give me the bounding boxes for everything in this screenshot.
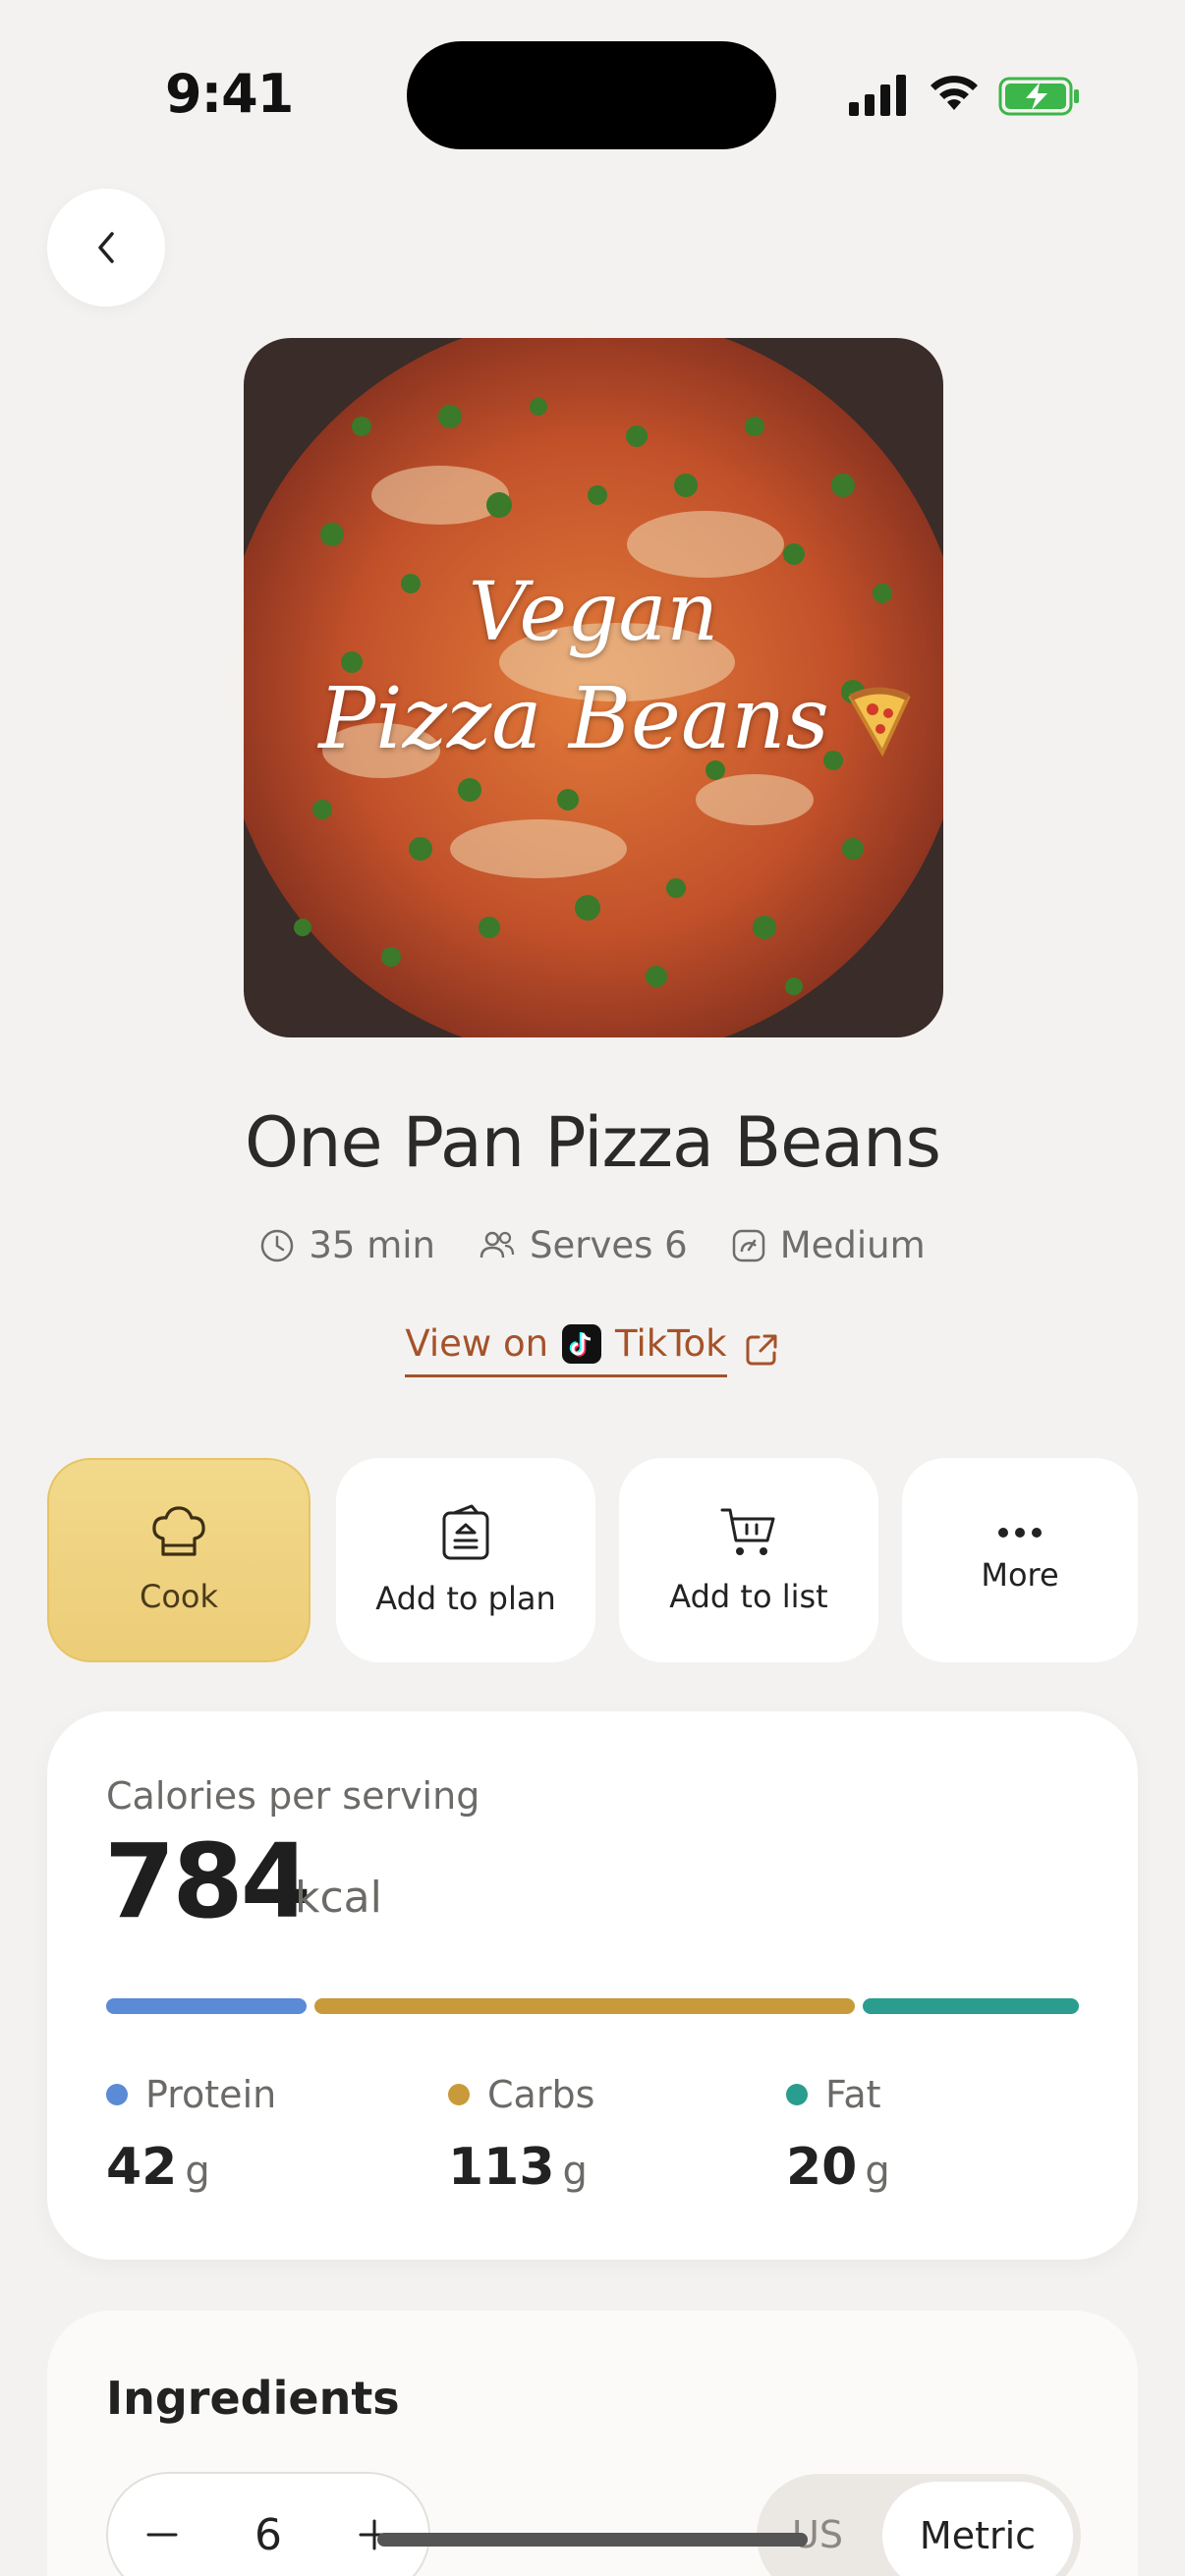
source-name: TikTok — [615, 1322, 727, 1365]
cook-time: 35 min — [259, 1224, 435, 1266]
calories-unit: kcal — [295, 1873, 382, 1923]
chevron-left-icon — [98, 232, 114, 263]
difficulty: Medium — [731, 1224, 926, 1266]
calories-value: 784 — [104, 1821, 311, 1941]
protein-value: 42 — [106, 2138, 178, 2197]
carbs-unit: g — [562, 2149, 588, 2194]
view-on-tiktok-link[interactable]: View on TikTok — [405, 1322, 727, 1377]
image-caption-line-2: Pizza Beans — [318, 670, 829, 768]
nutrition-card: Calories per serving 784 kcal Protein 42… — [47, 1711, 1138, 2260]
home-indicator[interactable] — [377, 2533, 808, 2547]
servings-count: 6 — [254, 2509, 282, 2560]
pizza-slice-icon — [848, 687, 911, 756]
difficulty-label: Medium — [779, 1224, 926, 1266]
carbs-bar — [314, 1998, 855, 2014]
gauge-icon — [732, 1229, 764, 1261]
protein-dot — [106, 2084, 128, 2105]
servings: Serves 6 — [479, 1224, 688, 1266]
servings-stepper[interactable]: 6 — [106, 2472, 430, 2576]
macro-fat: Fat 20 g — [786, 2073, 890, 2197]
carbs-value: 113 — [448, 2138, 555, 2197]
people-icon — [480, 1231, 515, 1258]
dynamic-island — [407, 41, 776, 149]
plan-clipboard-icon — [442, 1504, 489, 1560]
fat-value: 20 — [786, 2138, 858, 2197]
wifi-icon — [931, 76, 978, 110]
add-to-plan-label: Add to plan — [375, 1580, 556, 1617]
image-caption-line-1: Vegan — [468, 566, 719, 659]
external-link-icon[interactable] — [743, 1331, 780, 1369]
add-to-list-label: Add to list — [669, 1578, 828, 1615]
ingredients-title: Ingredients — [106, 2372, 400, 2425]
protein-label: Protein — [145, 2073, 277, 2116]
fat-dot — [786, 2084, 808, 2105]
carbs-label: Carbs — [487, 2073, 595, 2116]
more-label: More — [981, 1556, 1059, 1594]
unit-toggle[interactable]: US Metric — [757, 2474, 1081, 2576]
unit-metric-option[interactable]: Metric — [882, 2482, 1073, 2576]
servings-label: Serves 6 — [529, 1224, 688, 1266]
battery-charging-icon — [998, 77, 1079, 116]
cellular-signal-icon — [849, 75, 906, 116]
fat-unit: g — [865, 2149, 890, 2194]
recipe-meta: 35 min Serves 6 Medium — [0, 1224, 1185, 1266]
more-button[interactable]: More — [902, 1458, 1138, 1662]
cook-label: Cook — [139, 1578, 219, 1615]
carbs-dot — [448, 2084, 470, 2105]
recipe-image: Vegan Pizza Beans — [244, 338, 943, 1037]
macro-carbs: Carbs 113 g — [448, 2073, 594, 2197]
status-time: 9:41 — [165, 63, 294, 125]
source-prefix: View on — [405, 1322, 549, 1365]
recipe-title: One Pan Pizza Beans — [245, 1102, 941, 1183]
minus-icon[interactable] — [145, 2518, 179, 2551]
cook-button[interactable]: Cook — [47, 1458, 310, 1662]
add-to-plan-button[interactable]: Add to plan — [336, 1458, 595, 1662]
add-to-list-button[interactable]: Add to list — [619, 1458, 878, 1662]
macro-protein: Protein 42 g — [106, 2073, 276, 2197]
fat-label: Fat — [825, 2073, 881, 2116]
clock-icon — [261, 1229, 294, 1261]
protein-bar — [106, 1998, 307, 2014]
fat-bar — [863, 1998, 1079, 2014]
calories-label: Calories per serving — [106, 1774, 480, 1818]
back-button[interactable] — [47, 189, 165, 307]
chef-hat-icon — [152, 1506, 205, 1556]
cook-time-label: 35 min — [309, 1224, 435, 1266]
tiktok-logo-icon — [562, 1323, 602, 1364]
shopping-cart-icon — [720, 1508, 775, 1555]
more-dots-icon — [998, 1528, 1042, 1538]
source-row: View on TikTok — [0, 1322, 1185, 1377]
protein-unit: g — [185, 2149, 210, 2194]
